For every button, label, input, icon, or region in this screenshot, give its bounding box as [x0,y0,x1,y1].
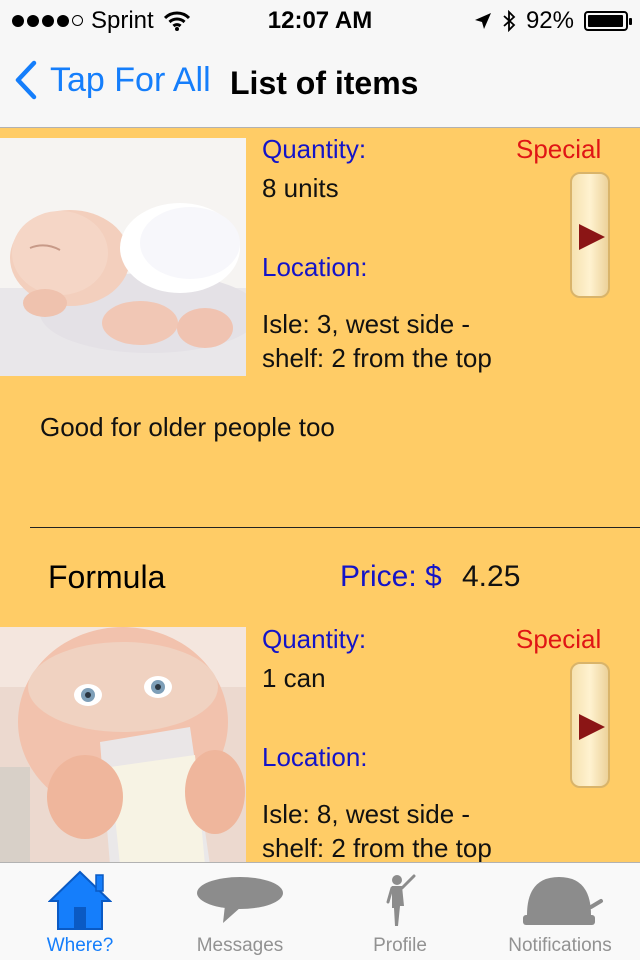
chevron-left-icon [15,60,37,100]
baby-sleeping-image [0,138,246,376]
item-detail-button[interactable] [570,662,610,788]
bluetooth-icon [503,10,516,32]
tab-profile[interactable]: Profile [320,863,480,961]
navigation-bar: Tap For All List of items [0,40,640,128]
list-item: Formula Price: $ 4.25 Quantity: Special … [0,528,640,862]
house-icon [0,869,160,931]
product-image [0,138,246,376]
tab-label: Messages [196,935,284,956]
baby-bottle-image [0,627,246,862]
price-label: Price: $ [340,560,442,593]
item-list[interactable]: Quantity: Special 8 units Location: Isle… [0,128,640,862]
price-value: 4.25 [462,560,521,593]
tab-messages[interactable]: Messages [160,863,320,961]
quantity-label: Quantity: [262,134,367,164]
special-badge: Special [516,624,602,654]
tab-bar: Where? Messages Profile Notifications [0,862,640,960]
quantity-value: 1 can [262,663,326,693]
item-note: Good for older people too [40,412,335,442]
quantity-value: 8 units [262,173,339,203]
back-button-label: Tap For All [50,60,211,99]
play-arrow-icon [579,224,605,250]
location-label: Location: [262,742,368,772]
battery-icon [584,11,632,31]
tab-where[interactable]: Where? [0,863,160,961]
tab-label: Where? [46,935,114,956]
bell-icon [480,869,640,931]
list-item: Quantity: Special 8 units Location: Isle… [0,128,640,528]
special-badge: Special [516,134,602,164]
person-icon [320,869,480,931]
item-name: Formula [48,559,166,595]
location-line-1: Isle: 3, west side - [262,309,471,339]
quantity-label: Quantity: [262,624,367,654]
location-arrow-icon [474,13,491,29]
speech-bubble-icon [160,869,320,931]
battery-percent: 92% [525,7,574,34]
tab-notifications[interactable]: Notifications [480,863,640,961]
location-line-2: shelf: 2 from the top [262,343,492,373]
item-detail-button[interactable] [570,172,610,298]
play-arrow-icon [579,714,605,740]
back-button[interactable]: Tap For All [14,60,211,100]
location-line-2: shelf: 2 from the top [262,833,492,862]
product-image [0,627,246,862]
tab-label: Profile [373,935,427,956]
location-line-1: Isle: 8, west side - [262,799,471,829]
location-label: Location: [262,252,368,282]
status-indicators: 92% [474,7,632,35]
status-bar: Sprint 12:07 AM 92% [0,0,640,40]
page-title: List of items [230,65,419,101]
tab-label: Notifications [508,935,612,956]
